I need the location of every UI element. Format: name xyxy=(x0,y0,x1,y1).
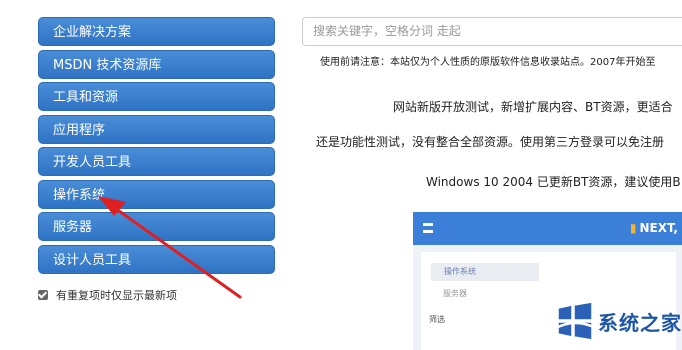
site-watermark: 系统之家 xyxy=(552,298,682,344)
notice-line-3: 还是功能性测试，没有整合全部资源。使用第三方登录可以免注册 xyxy=(316,135,665,149)
nav-item-enterprise[interactable]: 企业解决方案 xyxy=(38,17,275,46)
notice-line-2: 网站新版开放测试，新增扩展内容、BT资源，更适合 xyxy=(393,100,673,114)
nav-item-applications[interactable]: 应用程序 xyxy=(38,114,275,144)
preview-brand: ▮ NEXT, xyxy=(630,221,678,235)
nav-item-tools-resources[interactable]: 工具和资源 xyxy=(38,82,275,111)
notice-line-4: Windows 10 2004 已更新BT资源，建议使用B xyxy=(426,175,681,189)
nav-item-servers[interactable]: 服务器 xyxy=(38,212,275,241)
nav-item-developer-tools[interactable]: 开发人员工具 xyxy=(38,147,275,176)
nav-item-operating-systems[interactable]: 操作系统 xyxy=(38,179,275,209)
notice-line-1: 使用前请注意：本站仅为个人性质的原版软件信息收录站点。2007年开始至 xyxy=(320,57,656,68)
nav-item-designer-tools[interactable]: 设计人员工具 xyxy=(38,244,275,274)
search-input[interactable]: 搜索关键字，空格分词 走起 xyxy=(302,17,682,46)
preview-header: ▮ NEXT, xyxy=(413,212,682,245)
only-new-option[interactable]: 有重复项时仅显示最新项 xyxy=(38,287,177,303)
only-new-label: 有重复项时仅显示最新项 xyxy=(56,289,177,302)
only-new-checkbox[interactable] xyxy=(38,290,48,300)
preview-second-item: 服务器 xyxy=(443,289,467,298)
nav-item-msdn-library[interactable]: MSDN 技术资源库 xyxy=(38,49,275,79)
menu-icon xyxy=(423,223,433,233)
preview-selected-item: 操作系统 xyxy=(431,263,539,281)
preview-brand-label: NEXT, xyxy=(639,221,678,235)
sidebar-nav: 企业解决方案 MSDN 技术资源库 工具和资源 应用程序 开发人员工具 操作系统… xyxy=(38,17,275,277)
preview-filter-label: 筛选 xyxy=(429,315,445,324)
watermark-text: 系统之家 xyxy=(598,310,682,335)
watermark-logo-icon xyxy=(552,298,598,344)
brand-mark-icon: ▮ xyxy=(629,221,637,235)
